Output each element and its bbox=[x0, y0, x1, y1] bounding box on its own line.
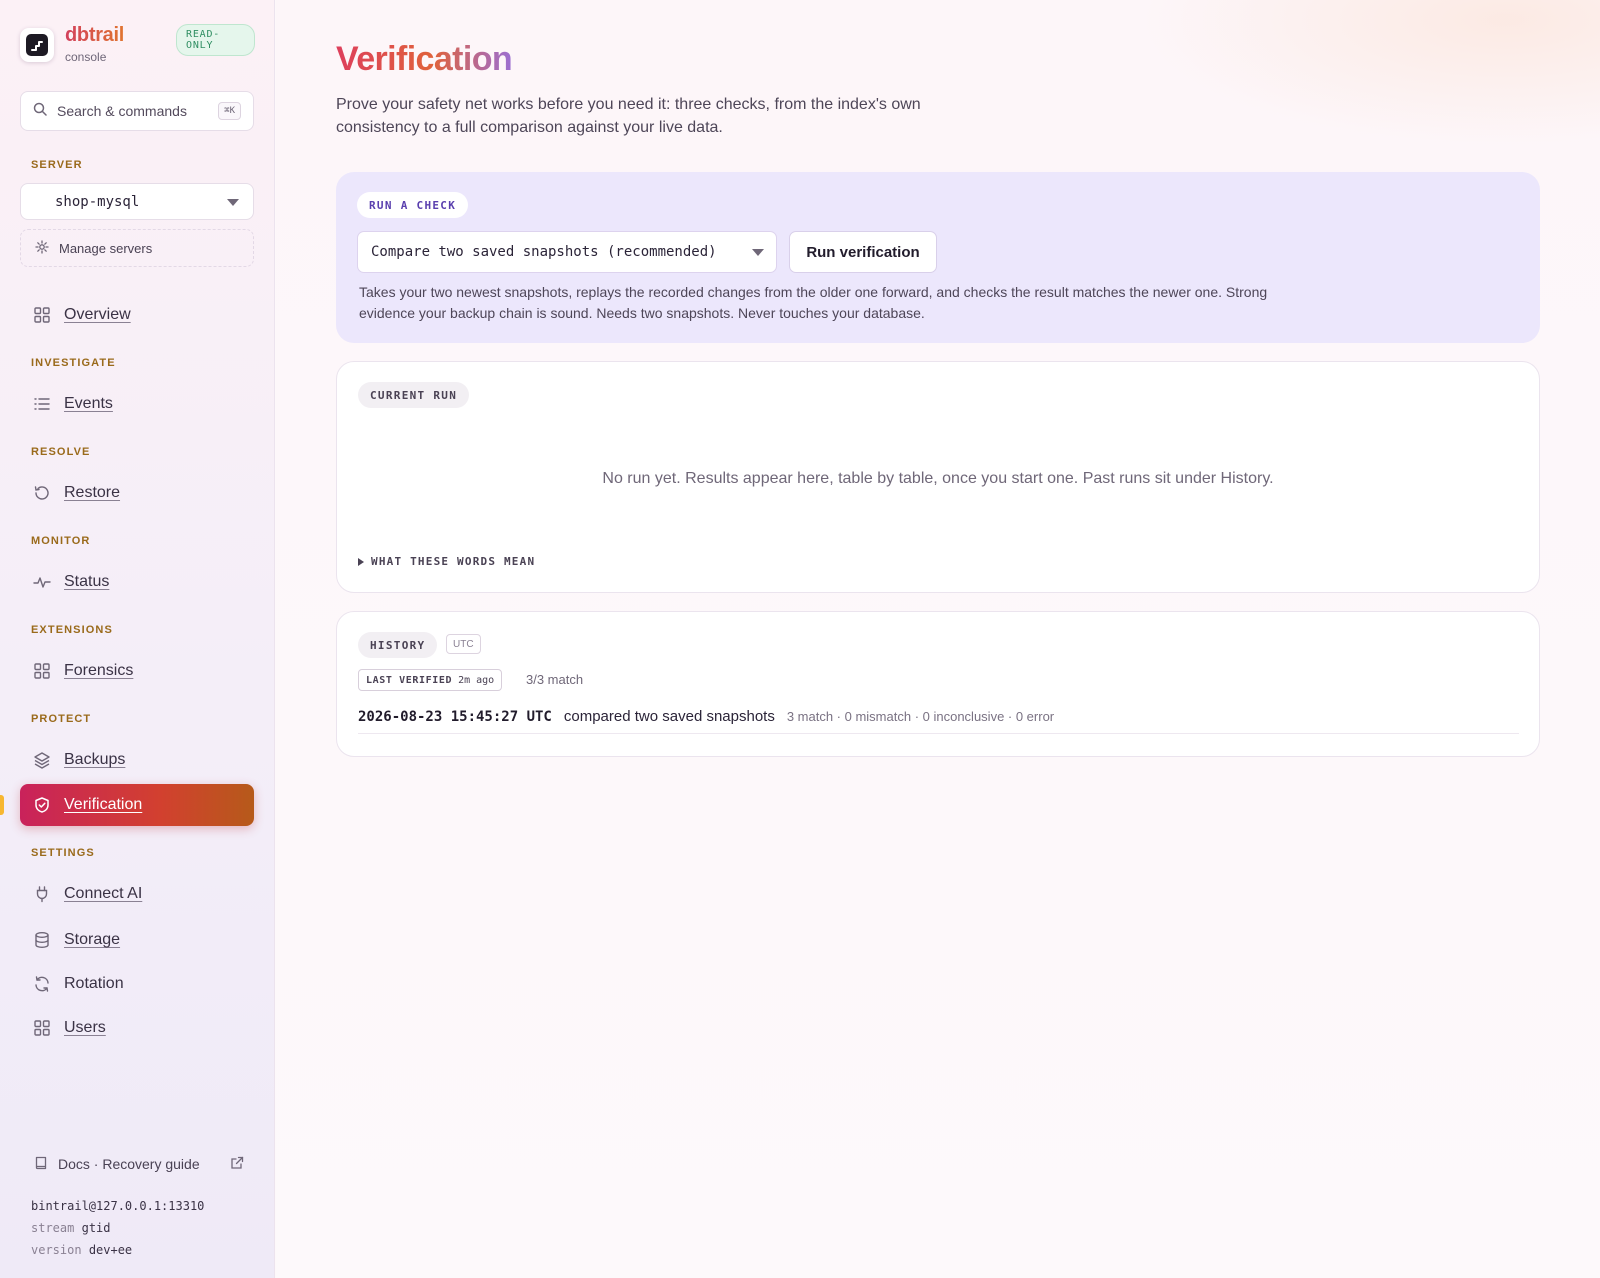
glossary-toggle-label: WHAT THESE WORDS MEAN bbox=[371, 555, 536, 568]
last-verified-badge: LAST VERIFIED 2m ago bbox=[358, 669, 503, 691]
sidebar-item-label: Connect AI bbox=[64, 885, 143, 902]
app-name: dbtrail bbox=[65, 24, 125, 46]
current-run-card: CURRENT RUN No run yet. Results appear h… bbox=[336, 361, 1540, 593]
section-label-monitor: MONITOR bbox=[31, 535, 91, 547]
page-description: Prove your safety net works before you n… bbox=[336, 96, 921, 136]
active-indicator bbox=[0, 795, 4, 815]
sidebar-item-overview[interactable]: Overview bbox=[20, 294, 254, 336]
sidebar-item-label: Rotation bbox=[64, 975, 124, 992]
run-check-card: RUN A CHECK Compare two saved snapshots … bbox=[336, 172, 1540, 343]
plug-icon bbox=[32, 884, 52, 904]
connection-info: bintrail@127.0.0.1:13310 bbox=[31, 1199, 205, 1213]
sidebar-item-events[interactable]: Events bbox=[20, 383, 254, 425]
glossary-toggle[interactable]: WHAT THESE WORDS MEAN bbox=[358, 555, 535, 568]
grid-icon bbox=[32, 305, 52, 325]
docs-link[interactable]: Docs · Recovery guide bbox=[34, 1153, 244, 1175]
check-type-select[interactable]: Compare two saved snapshots (recommended… bbox=[357, 231, 777, 273]
server-select[interactable]: shop-mysql bbox=[20, 183, 254, 220]
sidebar-item-users[interactable]: Users bbox=[20, 1007, 254, 1049]
sidebar-item-rotation[interactable]: Rotation bbox=[20, 963, 254, 1005]
history-counts: 3 match · 0 mismatch · 0 inconclusive · … bbox=[786, 709, 1055, 724]
docs-label: Docs · Recovery guide bbox=[58, 1156, 200, 1172]
search-icon bbox=[33, 102, 47, 121]
check-description: Takes your two newest snapshots, replays… bbox=[359, 284, 1268, 321]
sidebar: dbtrail console READ-ONLY Search & comma… bbox=[0, 0, 275, 1278]
chevron-down-icon bbox=[227, 199, 239, 206]
grid-icon bbox=[32, 1018, 52, 1038]
sidebar-item-label: Backups bbox=[64, 751, 126, 768]
version-value: dev+ee bbox=[88, 1243, 133, 1257]
external-link-icon bbox=[230, 1156, 244, 1173]
search-shortcut: ⌘K bbox=[218, 102, 241, 120]
sidebar-item-label: Restore bbox=[64, 484, 121, 501]
chevron-down-icon bbox=[752, 249, 764, 256]
layers-icon bbox=[32, 750, 52, 770]
sidebar-item-status[interactable]: Status bbox=[20, 561, 254, 603]
sidebar-item-verification[interactable]: Verification bbox=[20, 784, 254, 826]
pulse-icon bbox=[32, 572, 52, 592]
server-select-value: shop-mysql bbox=[55, 193, 140, 210]
logo-mark-icon bbox=[26, 34, 48, 56]
grid-icon bbox=[32, 661, 52, 681]
refresh-icon bbox=[32, 974, 52, 994]
section-label-server: SERVER bbox=[31, 159, 83, 171]
book-icon bbox=[34, 1156, 48, 1173]
shield-check-icon bbox=[32, 795, 52, 815]
history-icon bbox=[32, 483, 52, 503]
sidebar-item-forensics[interactable]: Forensics bbox=[20, 650, 254, 692]
section-label-extensions: EXTENSIONS bbox=[31, 624, 113, 636]
manage-servers-label: Manage servers bbox=[59, 240, 153, 256]
match-summary: 3/3 match bbox=[526, 672, 584, 687]
check-type-value: Compare two saved snapshots (recommended… bbox=[371, 244, 717, 260]
gear-icon bbox=[35, 239, 49, 257]
history-timestamp: 2026-08-23 15:45:27 UTC bbox=[358, 708, 552, 725]
timezone-tag: UTC bbox=[446, 634, 481, 654]
run-check-pill: RUN A CHECK bbox=[357, 192, 469, 218]
read-only-badge: READ-ONLY bbox=[176, 24, 255, 56]
sidebar-item-label: Verification bbox=[64, 796, 143, 813]
run-verification-button[interactable]: Run verification bbox=[789, 231, 937, 273]
version-key: version bbox=[31, 1243, 82, 1257]
section-label-resolve: RESOLVE bbox=[31, 446, 91, 458]
sidebar-item-label: Storage bbox=[64, 931, 121, 948]
sidebar-item-label: Status bbox=[64, 573, 110, 590]
main-content: Verification Prove your safety net works… bbox=[276, 0, 1600, 1278]
history-pill: HISTORY bbox=[358, 632, 438, 658]
triangle-right-icon bbox=[358, 557, 364, 566]
history-card: HISTORY UTC LAST VERIFIED 2m ago 3/3 mat… bbox=[336, 611, 1540, 757]
section-label-protect: PROTECT bbox=[31, 713, 92, 725]
sidebar-item-connect-ai[interactable]: Connect AI bbox=[20, 873, 254, 915]
history-kind: compared two saved snapshots bbox=[563, 708, 775, 725]
list-icon bbox=[32, 394, 52, 414]
last-verified-age: 2m ago bbox=[458, 674, 495, 686]
sidebar-item-label: Overview bbox=[64, 306, 131, 323]
version-info: version dev+ee bbox=[31, 1243, 132, 1257]
app-logo[interactable] bbox=[20, 28, 54, 62]
stream-info: stream gtid bbox=[31, 1221, 111, 1235]
sidebar-item-label: Events bbox=[64, 395, 113, 412]
manage-servers-button[interactable]: Manage servers bbox=[20, 229, 254, 267]
empty-state-message: No run yet. Results appear here, table b… bbox=[602, 470, 1274, 487]
current-run-pill: CURRENT RUN bbox=[358, 382, 470, 408]
brand: dbtrail console READ-ONLY bbox=[20, 24, 255, 68]
sidebar-item-backups[interactable]: Backups bbox=[20, 739, 254, 781]
sidebar-item-restore[interactable]: Restore bbox=[20, 472, 254, 514]
history-row[interactable]: 2026-08-23 15:45:27 UTC compared two sav… bbox=[358, 700, 1519, 734]
sidebar-item-label: Users bbox=[64, 1019, 106, 1036]
search-label: Search & commands bbox=[57, 103, 187, 119]
search-button[interactable]: Search & commands ⌘K bbox=[20, 91, 254, 131]
app-subtitle: console bbox=[65, 50, 107, 64]
section-label-settings: SETTINGS bbox=[31, 847, 95, 859]
last-verified-label: LAST VERIFIED bbox=[366, 674, 453, 686]
sidebar-item-label: Forensics bbox=[64, 662, 134, 679]
page-title: Verification bbox=[336, 40, 513, 78]
section-label-investigate: INVESTIGATE bbox=[31, 357, 116, 369]
stream-value: gtid bbox=[81, 1221, 111, 1235]
stream-key: stream bbox=[31, 1221, 75, 1235]
sidebar-item-storage[interactable]: Storage bbox=[20, 919, 254, 961]
database-icon bbox=[32, 930, 52, 950]
